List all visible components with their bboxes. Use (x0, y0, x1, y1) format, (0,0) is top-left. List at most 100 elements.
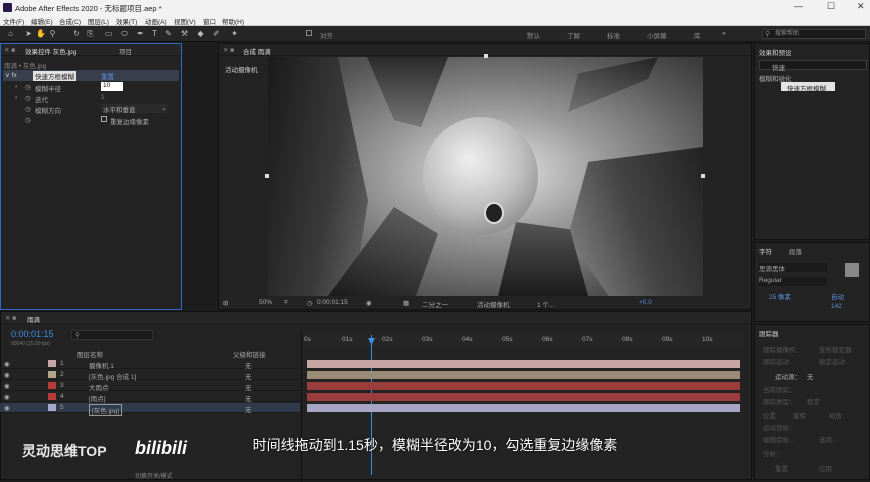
layer-name[interactable]: 摄像机 1 (89, 360, 114, 370)
layer-color-label[interactable] (48, 393, 56, 400)
layer-color-label[interactable] (48, 382, 56, 389)
menu-window[interactable]: 窗口 (203, 16, 216, 26)
rotation-checkbox-label[interactable]: 旋转 (793, 410, 806, 420)
workspace-learn[interactable]: 了解 (567, 30, 580, 40)
parent-select[interactable]: 无 (245, 382, 252, 392)
tab-tracker[interactable]: 跟踪器 (759, 328, 779, 338)
close-tab-icon[interactable]: ✕ ■ (5, 314, 16, 322)
stopwatch-icon[interactable]: ◷ (25, 116, 31, 124)
expand-chevron-icon[interactable]: › (15, 94, 17, 101)
composition-viewer[interactable] (268, 57, 703, 296)
snapshot-icon[interactable]: ◉ (366, 299, 372, 307)
layer-row[interactable]: ◉ 2 [灰色.jpg 合成 1] 无 (0, 370, 300, 381)
zoom-tool-icon[interactable]: ⚲ (48, 29, 57, 38)
menu-animation[interactable]: 动画(A) (145, 16, 167, 26)
toggle-switches-mode[interactable]: 切换开关/模式 (135, 471, 173, 480)
zoom-select[interactable]: 50% (259, 299, 272, 306)
blur-direction-select[interactable]: 水平和垂直 (101, 104, 167, 114)
eye-icon[interactable]: ◉ (4, 360, 10, 368)
layer-handle[interactable] (265, 174, 269, 178)
stopwatch-icon[interactable]: ◷ (25, 83, 31, 91)
tab-project[interactable]: 项目 (119, 46, 132, 56)
workspace-small-screen[interactable]: 小屏幕 (647, 30, 667, 40)
effect-name[interactable]: 快速方框模糊 (33, 71, 76, 81)
layer-bar[interactable] (307, 371, 740, 379)
views-select[interactable]: 1 个... (537, 299, 554, 309)
track-type-select[interactable]: 稳定 (807, 396, 820, 406)
layer-bar[interactable] (307, 393, 740, 401)
effect-row[interactable]: ∨ fx 快速方框模糊 重置 (3, 70, 179, 81)
iterations-value[interactable]: 1 (101, 94, 105, 101)
tab-paragraph[interactable]: 段落 (789, 246, 802, 256)
stamp-tool-icon[interactable]: ⚒ (180, 29, 189, 38)
menu-composition[interactable]: 合成(C) (59, 16, 81, 26)
text-tool-icon[interactable]: T (150, 29, 159, 38)
parent-select[interactable]: 无 (245, 404, 252, 414)
fill-color-swatch[interactable] (845, 263, 859, 277)
menu-view[interactable]: 视图(V) (174, 16, 196, 26)
menu-edit[interactable]: 编辑(E) (31, 16, 53, 26)
pin-tool-icon[interactable]: ✦ (230, 29, 239, 38)
layer-handle[interactable] (484, 54, 488, 58)
home-icon[interactable]: ⌂ (6, 29, 15, 38)
effects-search-input[interactable]: 快速 (759, 60, 867, 72)
layer-bar[interactable] (307, 404, 740, 412)
eye-icon[interactable]: ◉ (4, 382, 10, 390)
tab-effect-controls[interactable]: 效果控件 灰色.jpg (25, 46, 76, 56)
roto-tool-icon[interactable]: ✐ (212, 29, 221, 38)
resolution-select[interactable]: 二分之一 (422, 299, 448, 309)
effect-result-item[interactable]: 快速方框模糊 (781, 82, 835, 93)
camera-tool-icon[interactable]: ⎘ (86, 29, 95, 38)
font-size-value[interactable]: 25 像素 (769, 291, 791, 301)
rotate-tool-icon[interactable]: ↻ (72, 29, 81, 38)
transparency-icon[interactable]: ▩ (403, 299, 409, 307)
repeat-edge-checkbox[interactable] (101, 116, 107, 122)
leading-value[interactable]: 自动 (831, 291, 844, 301)
eye-icon[interactable]: ◉ (4, 371, 10, 379)
hand-tool-icon[interactable]: ✋ (36, 29, 46, 38)
layer-color-label[interactable] (48, 404, 56, 411)
eraser-tool-icon[interactable]: ◆ (196, 29, 205, 38)
layer-name[interactable]: [灰色.jpg 合成 1] (89, 371, 136, 381)
tab-character[interactable]: 字符 (759, 246, 772, 256)
layer-row-selected[interactable]: ◉ 5 [灰色.jpg] 无 (0, 403, 300, 416)
menu-file[interactable]: 文件(F) (3, 16, 24, 26)
layer-color-label[interactable] (48, 360, 56, 367)
layer-name[interactable]: [灰色.jpg] (89, 404, 123, 416)
timeline-search-input[interactable] (71, 330, 153, 340)
minimize-button[interactable]: — (794, 1, 803, 11)
maximize-button[interactable]: ☐ (827, 1, 835, 12)
ellipse-tool-icon[interactable]: ⬭ (120, 29, 129, 38)
apply-button[interactable]: 应用 (819, 463, 832, 473)
tracking-value[interactable]: 142 (831, 303, 842, 310)
reset-button[interactable]: 重置 (775, 463, 788, 473)
pen-tool-icon[interactable]: ✒ (136, 29, 145, 38)
workspace-standard[interactable]: 标准 (607, 30, 620, 40)
layer-row[interactable]: ◉ 1 摄像机 1 无 (0, 359, 300, 370)
close-tab-icon[interactable]: ✕ ■ (223, 46, 234, 54)
parent-select[interactable]: 无 (245, 371, 252, 381)
brush-tool-icon[interactable]: ✎ (164, 29, 173, 38)
workspace-libraries[interactable]: 库 (694, 30, 701, 40)
menu-effect[interactable]: 效果(T) (116, 16, 137, 26)
region-icon[interactable]: ⌗ (284, 299, 288, 307)
layer-row[interactable]: ◉ 3 大雨点 无 (0, 381, 300, 392)
selection-tool-icon[interactable]: ➤ (24, 29, 33, 38)
eye-icon[interactable]: ◉ (4, 393, 10, 401)
stopwatch-icon[interactable]: ◷ (25, 94, 31, 102)
stabilize-motion-button[interactable]: 稳定运动 (819, 356, 845, 366)
scale-checkbox-label[interactable]: 缩放 (829, 410, 842, 420)
menu-layer[interactable]: 图层(L) (88, 16, 109, 26)
close-tab-icon[interactable]: ✕ ■ (4, 46, 15, 54)
snap-checkbox[interactable] (306, 30, 312, 36)
layer-row[interactable]: ◉ 4 [雨点] 无 (0, 392, 300, 403)
viewer-timecode[interactable]: 0:00:01:15 (317, 299, 348, 306)
style-select[interactable]: Regular (759, 277, 827, 286)
track-motion-button[interactable]: 跟踪运动 (763, 356, 789, 366)
motion-source-select[interactable]: 无 (807, 371, 814, 381)
layer-color-label[interactable] (48, 371, 56, 378)
parent-select[interactable]: 无 (245, 360, 252, 370)
tab-effects-presets[interactable]: 效果和预设 (759, 47, 792, 57)
eye-icon[interactable]: ◉ (4, 404, 10, 412)
position-checkbox-label[interactable]: 位置 (763, 410, 776, 420)
